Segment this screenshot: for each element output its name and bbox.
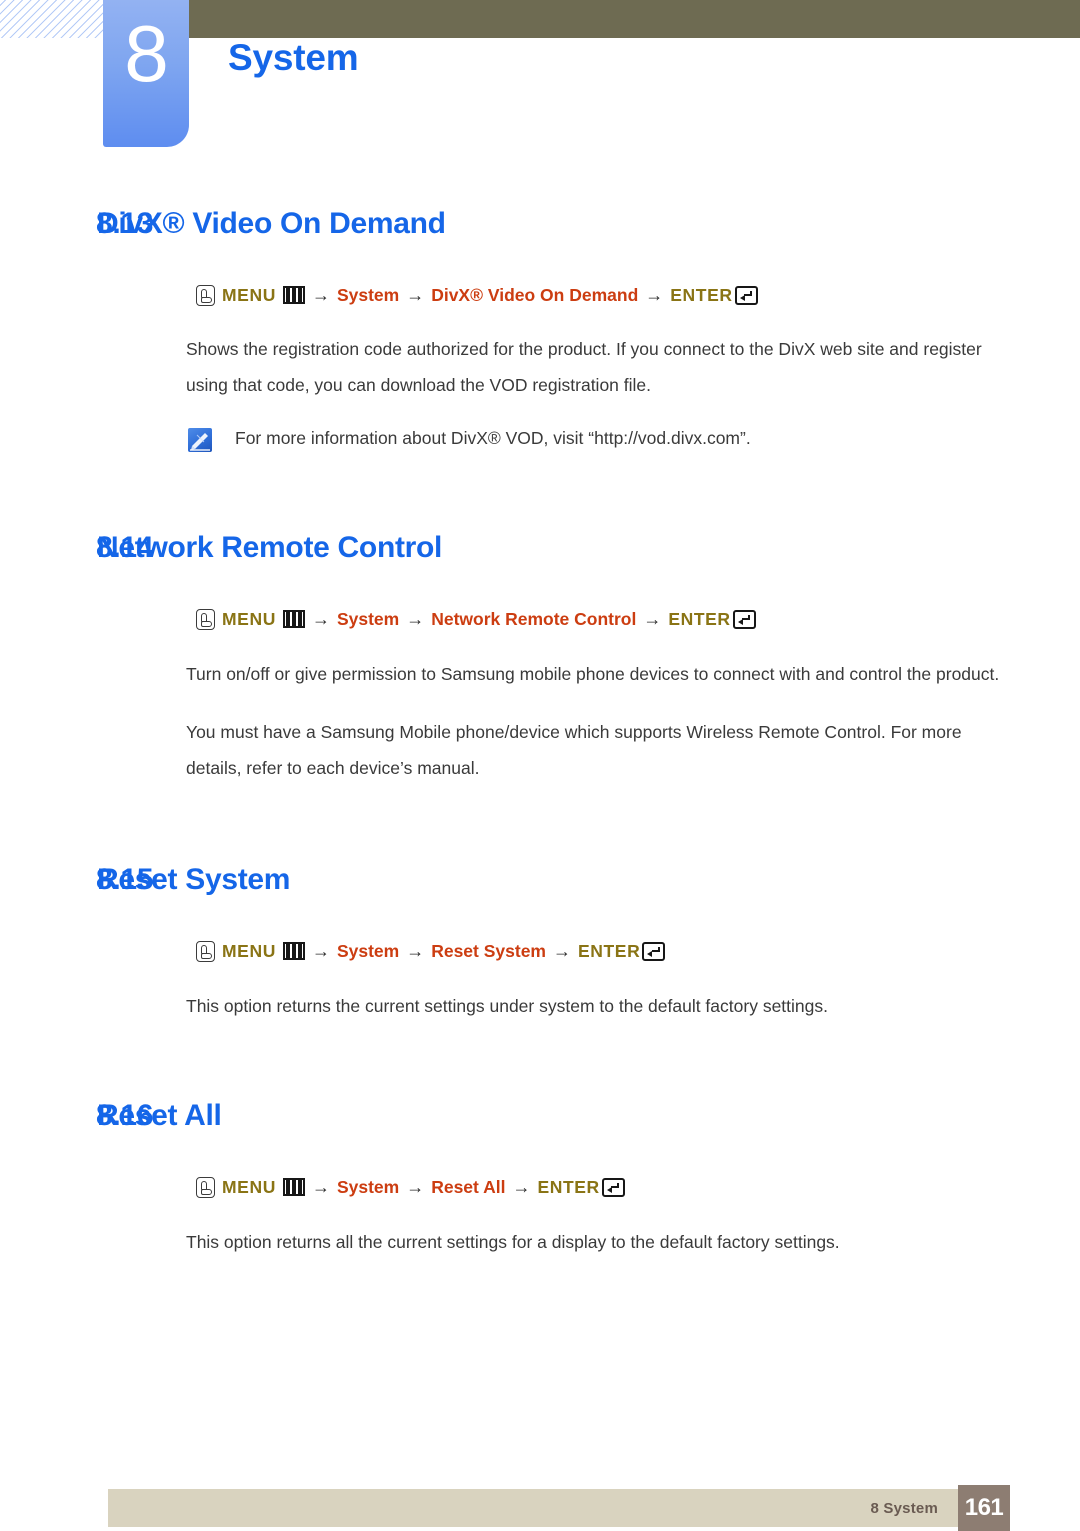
chapter-number: 8 <box>124 9 169 98</box>
menu-grid-icon <box>282 942 305 960</box>
section-heading: 8.13 DivX® Video On Demand <box>0 206 1080 242</box>
menu-path-breadcrumb: MENU → System → DivX® Video On Demand → … <box>0 284 1080 306</box>
section-title: Network Remote Control <box>97 531 443 564</box>
section-number: 8.14 <box>96 531 154 564</box>
enter-key-icon <box>732 609 756 629</box>
hand-press-icon <box>196 284 215 306</box>
enter-label: ENTER <box>668 609 731 629</box>
section-heading: 8.14 Network Remote Control <box>0 530 1080 566</box>
footer-page-number: 161 <box>958 1485 1010 1531</box>
hand-press-icon <box>196 608 215 630</box>
menu-label: MENU <box>222 1177 276 1197</box>
enter-label: ENTER <box>578 941 641 961</box>
section-8-14: 8.14 Network Remote Control MENU → Syste… <box>0 452 1080 786</box>
arrow-icon: → <box>311 609 330 629</box>
menu-label: MENU <box>222 941 276 961</box>
arrow-icon: → <box>645 285 664 305</box>
note-row: For more information about DivX® VOD, vi… <box>0 425 1080 452</box>
section-paragraph: You must have a Samsung Mobile phone/dev… <box>186 722 962 778</box>
breadcrumb-item-1: System <box>336 1177 400 1197</box>
section-title: Reset System <box>97 863 291 896</box>
breadcrumb-item-1: System <box>336 941 400 961</box>
enter-key-icon <box>601 1177 625 1197</box>
section-8-13: 8.13 DivX® Video On Demand MENU → System… <box>0 160 1080 452</box>
breadcrumb-item-2: Reset All <box>431 1177 506 1197</box>
arrow-icon: → <box>406 1177 425 1197</box>
section-title: DivX® Video On Demand <box>97 207 446 240</box>
hand-press-icon <box>196 1176 215 1198</box>
arrow-icon: → <box>406 941 425 961</box>
section-8-16: 8.16 Reset All MENU → System → Reset All… <box>0 1024 1080 1260</box>
section-8-15: 8.15 Reset System MENU → System → Reset … <box>0 786 1080 1024</box>
section-heading: 8.16 Reset All <box>0 1098 1080 1134</box>
arrow-icon: → <box>406 609 425 629</box>
section-number: 8.16 <box>96 1099 154 1132</box>
menu-grid-icon <box>282 610 305 628</box>
section-heading: 8.15 Reset System <box>0 862 1080 898</box>
breadcrumb-item-2: DivX® Video On Demand <box>431 285 639 305</box>
chapter-badge: 8 <box>103 0 189 147</box>
arrow-icon: → <box>643 609 662 629</box>
section-paragraph: Shows the registration code authorized f… <box>186 339 982 395</box>
page-header: 8 System <box>0 0 1080 160</box>
diagonal-hatch-pattern-icon <box>0 0 104 38</box>
breadcrumb-item-2: Network Remote Control <box>431 609 637 629</box>
header-top-bar <box>104 0 1080 38</box>
enter-label: ENTER <box>670 285 733 305</box>
arrow-icon: → <box>311 285 330 305</box>
page-footer: 8 System 161 <box>108 1485 1010 1531</box>
enter-key-icon <box>734 285 758 305</box>
enter-key-icon <box>642 941 666 961</box>
document-content: 8.13 DivX® Video On Demand MENU → System… <box>0 160 1080 1260</box>
enter-label: ENTER <box>537 1177 600 1197</box>
menu-path-breadcrumb: MENU → System → Reset All → ENTER <box>0 1176 1080 1198</box>
footer-chapter-label: 8 System <box>870 1500 938 1517</box>
arrow-icon: → <box>311 1177 330 1197</box>
menu-path-breadcrumb: MENU → System → Network Remote Control →… <box>0 608 1080 630</box>
menu-label: MENU <box>222 285 276 305</box>
section-number: 8.15 <box>96 863 154 896</box>
arrow-icon: → <box>406 285 425 305</box>
section-title: Reset All <box>97 1099 222 1132</box>
menu-path-breadcrumb: MENU → System → Reset System → ENTER <box>0 940 1080 962</box>
breadcrumb-item-2: Reset System <box>431 941 546 961</box>
section-number: 8.13 <box>96 207 154 240</box>
chapter-title: System <box>228 37 359 78</box>
breadcrumb-item-1: System <box>336 285 400 305</box>
breadcrumb-item-1: System <box>336 609 400 629</box>
note-pencil-icon <box>188 428 212 452</box>
hand-press-icon <box>196 940 215 962</box>
section-paragraph: Turn on/off or give permission to Samsun… <box>186 664 1000 684</box>
arrow-icon: → <box>512 1177 531 1197</box>
section-paragraph: This option returns the current settings… <box>186 996 828 1016</box>
arrow-icon: → <box>311 941 330 961</box>
menu-grid-icon <box>282 1178 305 1196</box>
section-paragraph: This option returns all the current sett… <box>186 1232 840 1252</box>
menu-grid-icon <box>282 286 305 304</box>
menu-label: MENU <box>222 609 276 629</box>
note-text: For more information about DivX® VOD, vi… <box>235 428 751 448</box>
arrow-icon: → <box>553 941 571 961</box>
